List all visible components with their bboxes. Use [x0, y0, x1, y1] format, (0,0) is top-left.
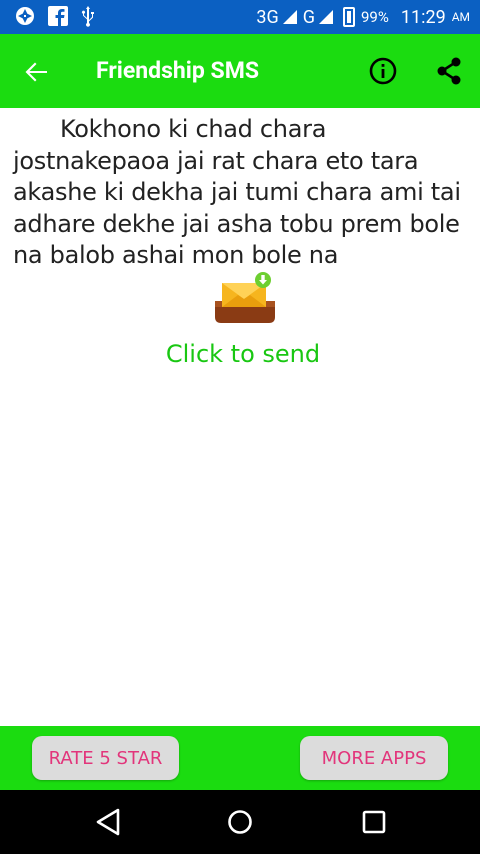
bottom-action-bar: RATE 5 STAR MORE APPS [0, 726, 480, 790]
system-nav-bar [0, 790, 480, 854]
facebook-icon [48, 6, 68, 26]
network-3g-label: 3G [256, 6, 279, 28]
signal-g-icon [319, 10, 333, 24]
click-to-send-button[interactable]: Click to send [0, 340, 480, 368]
signal-icon [282, 10, 297, 24]
sms-message-text: Kokhono ki chad chara jostnakepaoa jai r… [13, 115, 461, 269]
rate-5-star-button[interactable]: RATE 5 STAR [32, 736, 179, 780]
status-bar: 3G G 99% 11:29 AM [0, 0, 480, 34]
status-left-icons [14, 5, 96, 27]
nav-back-icon[interactable] [94, 807, 122, 837]
status-right: 3G G 99% 11:29 AM [256, 0, 470, 34]
share-icon[interactable] [434, 56, 464, 86]
nav-recent-apps-icon[interactable] [362, 810, 386, 834]
more-apps-button[interactable]: MORE APPS [300, 736, 448, 780]
info-icon[interactable] [369, 57, 397, 85]
usb-icon [81, 6, 94, 27]
battery-icon [343, 7, 355, 27]
battery-percent: 99% [361, 8, 389, 26]
back-arrow-icon[interactable] [20, 56, 52, 88]
nav-home-icon[interactable] [227, 809, 253, 835]
page-title: Friendship SMS [96, 57, 259, 84]
mail-download-icon[interactable] [213, 271, 277, 325]
aperture-icon [16, 7, 34, 25]
app-toolbar: Friendship SMS [0, 34, 480, 108]
clock-time: 11:29 [400, 6, 446, 28]
clock-ampm: AM [451, 10, 470, 24]
network-g-label: G [302, 6, 315, 28]
